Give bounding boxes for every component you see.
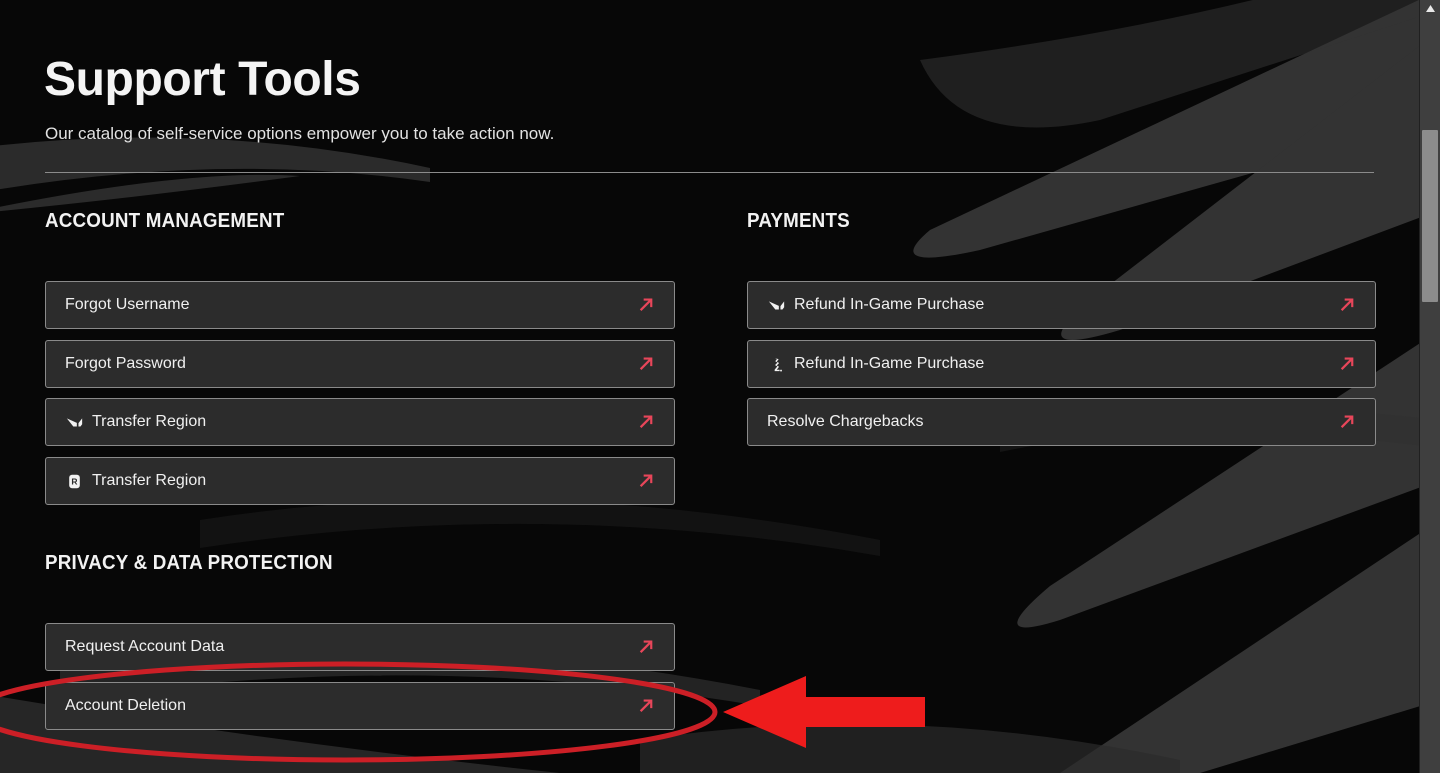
page-subtitle: Our catalog of self-service options empo…	[45, 124, 555, 143]
tool-button-label: Refund In-Game Purchase	[794, 355, 985, 372]
valorant-icon	[767, 296, 785, 314]
scrollbar-thumb[interactable]	[1422, 130, 1438, 302]
tool-button-label: Transfer Region	[92, 472, 207, 489]
tool-button-label: Forgot Username	[65, 296, 190, 313]
header-divider	[45, 172, 1374, 173]
tool-button[interactable]: R Transfer Region	[45, 457, 675, 505]
external-link-arrow-icon	[639, 415, 653, 428]
tool-button[interactable]: Resolve Chargebacks	[747, 398, 1376, 446]
external-link-arrow-icon	[639, 474, 653, 487]
tool-button[interactable]: Refund In-Game Purchase	[747, 281, 1376, 329]
support-tools-page: Support Tools Our catalog of self-servic…	[0, 0, 1419, 773]
section-heading: PRIVACY & DATA PROTECTION	[45, 552, 333, 574]
tool-button-label: Request Account Data	[65, 638, 225, 655]
valorant-icon	[65, 413, 83, 431]
external-link-arrow-icon	[1340, 415, 1354, 428]
external-link-arrow-icon	[639, 298, 653, 311]
external-link-arrow-icon	[639, 640, 653, 653]
browser-viewport: Support Tools Our catalog of self-servic…	[0, 0, 1440, 773]
external-link-arrow-icon	[639, 699, 653, 712]
scroll-up-arrow-icon[interactable]	[1420, 0, 1440, 17]
external-link-arrow-icon	[1340, 357, 1354, 370]
page-title: Support Tools	[44, 53, 361, 107]
section-heading: PAYMENTS	[747, 210, 850, 232]
tool-button[interactable]: Forgot Username	[45, 281, 675, 329]
league-of-legends-icon	[767, 355, 785, 373]
tool-button[interactable]: Refund In-Game Purchase	[747, 340, 1376, 388]
tool-button-label: Refund In-Game Purchase	[794, 296, 985, 313]
external-link-arrow-icon	[639, 357, 653, 370]
external-link-arrow-icon	[1340, 298, 1354, 311]
section-heading: ACCOUNT MANAGEMENT	[45, 210, 285, 232]
tool-button-label: Forgot Password	[65, 355, 186, 372]
tool-button[interactable]: Request Account Data	[45, 623, 675, 671]
tool-button-label: Resolve Chargebacks	[767, 413, 924, 430]
svg-text:R: R	[71, 476, 77, 486]
tool-button[interactable]: Forgot Password	[45, 340, 675, 388]
vertical-scrollbar[interactable]	[1419, 0, 1440, 773]
tool-button[interactable]: Transfer Region	[45, 398, 675, 446]
tool-button[interactable]: Account Deletion	[45, 682, 675, 730]
riot-badge-icon: R	[65, 472, 83, 490]
tool-button-label: Account Deletion	[65, 697, 186, 714]
tool-button-label: Transfer Region	[92, 413, 207, 430]
